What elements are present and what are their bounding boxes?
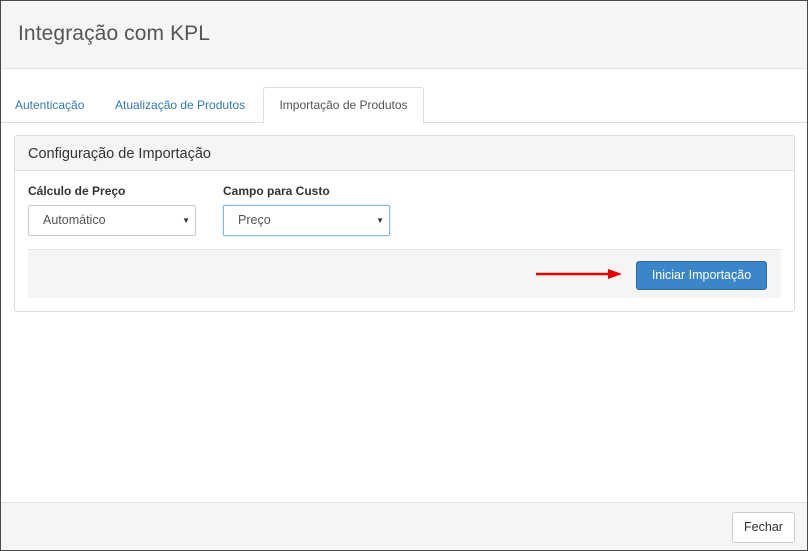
tab-atualizacao-de-produtos[interactable]: Atualização de Produtos (101, 87, 259, 123)
close-button[interactable]: Fechar (732, 512, 795, 543)
price-calc-label: Cálculo de Preço (28, 184, 126, 198)
panel-heading: Configuração de Importação (15, 136, 794, 171)
modal-dialog: Integração com KPL Autenticação Atualiza… (0, 0, 808, 551)
price-calc-value: Automático (43, 213, 106, 227)
cost-field-label: Campo para Custo (223, 184, 330, 198)
import-config-panel: Configuração de Importação Cálculo de Pr… (14, 135, 795, 312)
red-arrow-right-icon (536, 269, 622, 279)
caret-down-icon: ▼ (376, 216, 384, 225)
modal-header: Integração com KPL (1, 1, 807, 69)
price-calc-select[interactable]: Automático ▼ (28, 205, 196, 236)
tab-importacao-de-produtos[interactable]: Importação de Produtos (263, 87, 424, 124)
modal-footer: Fechar (1, 502, 807, 550)
tab-bar: Autenticação Atualização de Produtos Imp… (1, 87, 807, 124)
cost-field-value: Preço (238, 213, 271, 227)
caret-down-icon: ▼ (182, 216, 190, 225)
start-import-button[interactable]: Iniciar Importação (636, 261, 767, 290)
cost-field-select[interactable]: Preço ▼ (223, 205, 390, 236)
panel-action-bar: Iniciar Importação (28, 249, 781, 298)
modal-title: Integração com KPL (18, 22, 211, 45)
tab-autenticacao[interactable]: Autenticação (1, 87, 98, 123)
